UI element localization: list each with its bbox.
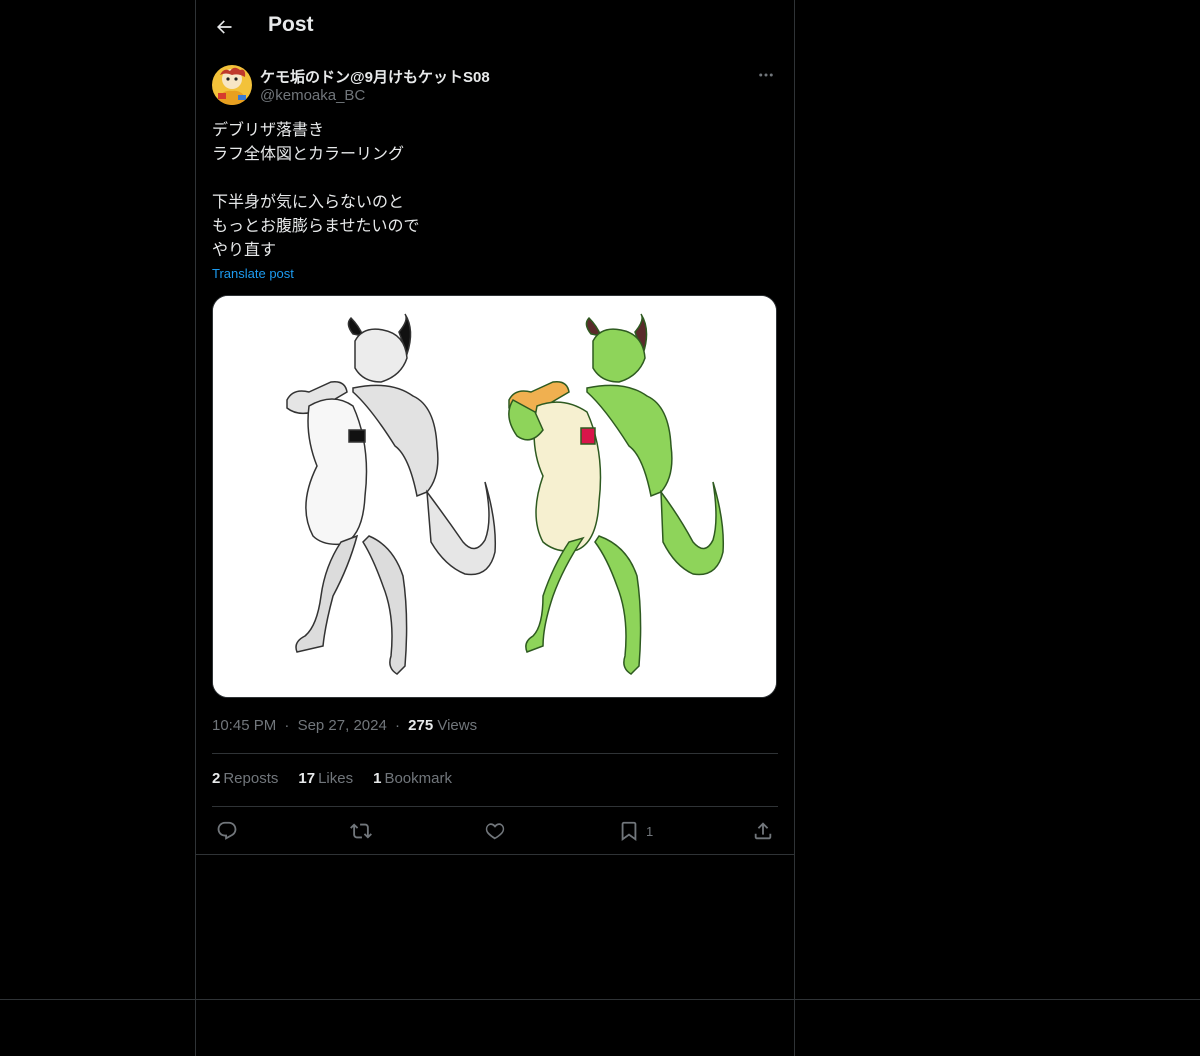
post-time[interactable]: 10:45 PM: [212, 717, 276, 734]
post-media-image[interactable]: [212, 295, 777, 698]
bottom-divider: [0, 999, 1200, 1000]
more-options-button[interactable]: [754, 64, 778, 86]
post-text: デブリザ落書き ラフ全体図とカラーリング 下半身が気に入らないのと もっとお腹膨…: [212, 119, 778, 263]
reposts-count: 2: [212, 770, 221, 787]
back-button[interactable]: [210, 13, 238, 41]
post-text-line: もっとお腹膨らませたいので: [212, 218, 420, 235]
post-text-line: [212, 167, 778, 191]
reply-icon: [217, 821, 237, 840]
page-header: Post: [196, 0, 794, 54]
author-row: ケモ垢のドン@9月けもケットS08 @kemoaka_BC: [212, 64, 778, 108]
reposts-stat[interactable]: 2 Reposts: [212, 770, 278, 787]
column-divider-right: [794, 0, 795, 1056]
post-page: Post ケモ垢のドン@9月けもケットS08 @kemoaka_BC デブリザ落…: [0, 0, 1200, 1056]
divider: [212, 806, 778, 807]
post-date[interactable]: Sep 27, 2024: [298, 717, 387, 734]
divider: [212, 753, 778, 754]
views-label: Views: [437, 717, 478, 734]
bookmark-icon: [621, 821, 637, 842]
column-divider-left: [195, 0, 196, 1056]
arrow-left-icon: [217, 20, 232, 34]
author-handle[interactable]: @kemoaka_BC: [260, 87, 365, 104]
reply-button[interactable]: [216, 818, 238, 844]
repost-icon: [350, 823, 372, 839]
meta-separator: ·: [394, 717, 400, 734]
bookmark-button[interactable]: 1: [618, 818, 653, 844]
like-button[interactable]: [484, 818, 506, 844]
bookmarks-stat[interactable]: 1 Bookmark: [373, 770, 452, 787]
action-bar: 1: [212, 816, 778, 846]
post-end-divider: [196, 854, 794, 855]
bookmark-count: 1: [646, 823, 654, 839]
bookmarks-count: 1: [373, 770, 382, 787]
likes-count: 17: [298, 770, 316, 787]
post-text-line: 下半身が気に入らないのと: [212, 194, 405, 211]
likes-stat[interactable]: 17 Likes: [298, 770, 353, 787]
avatar[interactable]: [212, 65, 252, 105]
reposts-label: Reposts: [223, 770, 279, 787]
post-meta: 10:45 PM · Sep 27, 2024 · 275 Views: [212, 717, 477, 734]
more-horizontal-icon: [759, 73, 773, 77]
heart-icon: [485, 823, 505, 840]
engagement-stats: 2 Reposts 17 Likes 1 Bookmark: [212, 770, 452, 787]
bookmarks-label: Bookmark: [384, 770, 452, 787]
post-text-line: やり直す: [212, 242, 277, 259]
page-title: Post: [268, 13, 314, 36]
views-count: 275: [408, 717, 434, 734]
share-icon: [754, 822, 772, 840]
post-text-line: デブリザ落書き: [212, 122, 325, 139]
share-button[interactable]: [752, 818, 774, 844]
repost-button[interactable]: [350, 818, 372, 844]
likes-label: Likes: [318, 770, 354, 787]
post-text-line: ラフ全体図とカラーリング: [212, 146, 405, 163]
author-display-name[interactable]: ケモ垢のドン@9月けもケットS08: [260, 66, 490, 87]
translate-post-link[interactable]: Translate post: [212, 266, 294, 281]
meta-separator: ·: [284, 717, 290, 734]
